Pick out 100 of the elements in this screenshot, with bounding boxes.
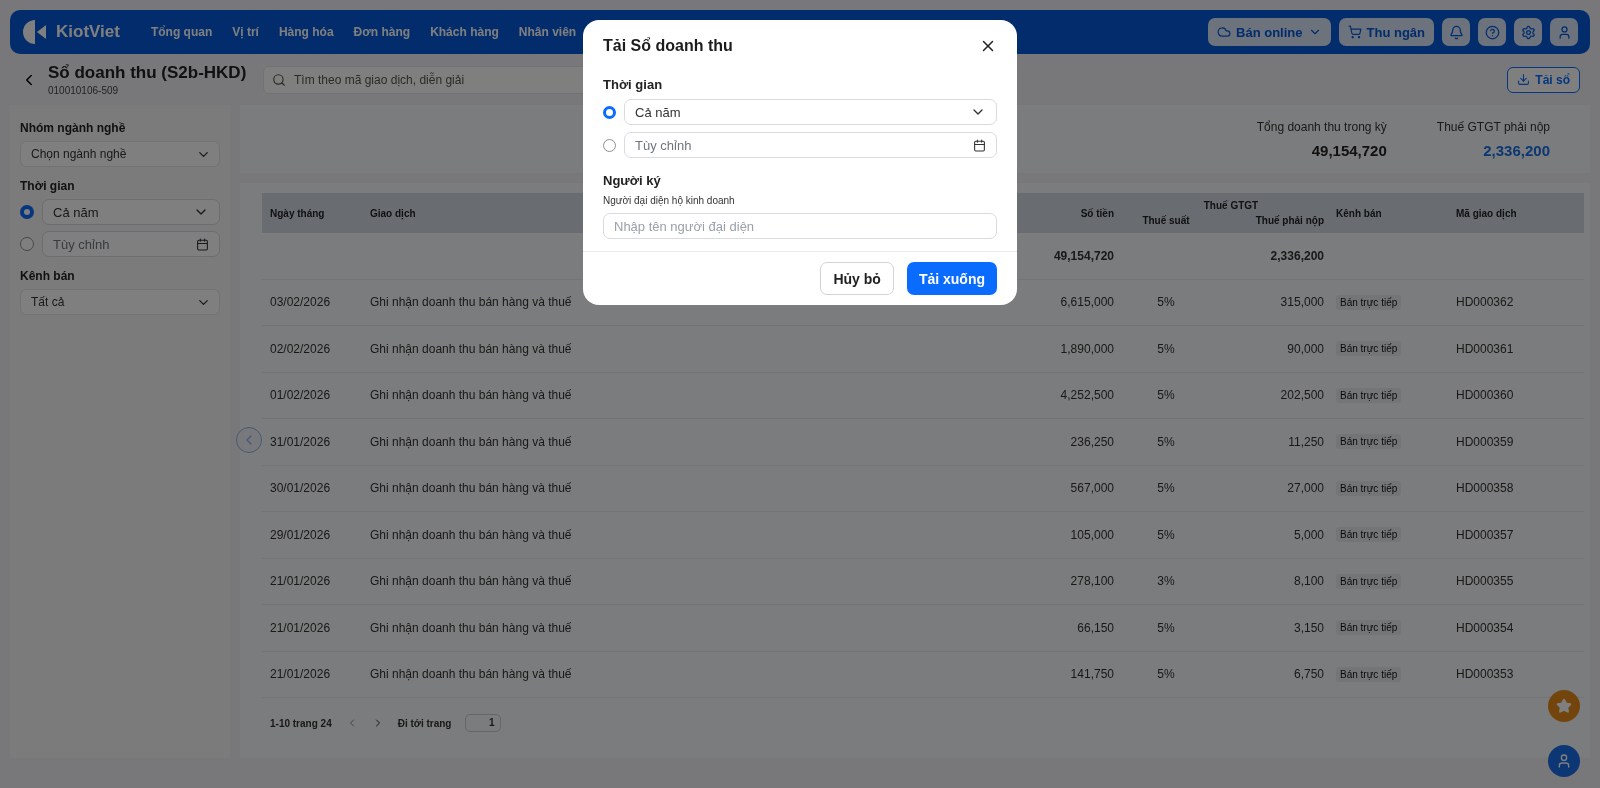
field-label: Người đại diện hộ kinh doanh (603, 195, 736, 206)
table-cell-text: 5,000 (1292, 527, 1325, 542)
table-cell-text: 27,000 (1286, 481, 1325, 496)
column-header: Thuế phải nộp (1254, 215, 1325, 226)
period-select[interactable]: Cả năm (42, 199, 220, 225)
table-cell-text: HD000362 (1456, 295, 1515, 310)
notification-button[interactable] (1442, 18, 1470, 46)
table-cell-text: 315,000 (1279, 295, 1325, 310)
table-cell-text: 6,750 (1292, 667, 1325, 682)
table-cell-text: Ghi nhận doanh thu bán hàng và thuế (370, 295, 573, 310)
table-cell-text: 5% (1156, 341, 1176, 356)
logo-icon (22, 19, 48, 45)
online-sales-button[interactable]: Bán online (1208, 18, 1331, 46)
table-cell-text: HD000355 (1456, 574, 1515, 589)
table-cell-text: 66,150 (1076, 620, 1115, 635)
radio-button[interactable] (20, 237, 34, 251)
column-header: Ngày tháng (270, 207, 326, 219)
table-cell-text: 5% (1156, 295, 1176, 310)
table-cell-text: 3,150 (1292, 620, 1325, 635)
table-cell-text: HD000361 (1456, 341, 1515, 356)
channel-tag: Bán trực tiếp (1336, 480, 1402, 496)
help-icon (1484, 24, 1500, 40)
column-header: Giao dịch (370, 207, 417, 219)
channel-tag: Bán trực tiếp (1336, 573, 1402, 589)
table-cell-text: 21/01/2026 (270, 620, 332, 635)
calendar-icon (973, 138, 986, 152)
table-cell-text: 90,000 (1286, 341, 1325, 356)
nav-link[interactable]: Nhân viên (511, 19, 584, 45)
table-cell-text: 4,252,500 (1059, 388, 1115, 403)
channel-tag: Bán trực tiếp (1336, 387, 1402, 403)
page-input[interactable]: 1 (465, 714, 502, 732)
user-icon (1556, 753, 1572, 769)
table-cell-text: 8,100 (1292, 574, 1325, 589)
column-header: Số tiền (1079, 207, 1115, 219)
channel-tag: Bán trực tiếp (1336, 294, 1402, 310)
table-cell-text: HD000360 (1456, 388, 1515, 403)
support-button[interactable] (1548, 745, 1580, 777)
channel-tag: Bán trực tiếp (1336, 527, 1402, 543)
table-cell-text: 1,890,000 (1059, 341, 1115, 356)
table-cell-text: 5% (1156, 620, 1176, 635)
download-confirm-button[interactable]: Tải xuống (906, 262, 997, 295)
radio-button[interactable] (20, 205, 34, 219)
table-cell-text: 30/01/2026 (270, 481, 332, 496)
industry-select[interactable]: Chọn ngành nghề (20, 141, 220, 167)
filter-label: Thời gian (20, 179, 76, 193)
table-cell-text: HD000354 (1456, 620, 1515, 635)
nav-link[interactable]: Tổng quan (143, 19, 220, 45)
table-cell-text: 02/02/2026 (270, 341, 332, 356)
table-cell-text: HD000353 (1456, 667, 1515, 682)
nav-link[interactable]: Hàng hóa (271, 19, 341, 45)
search-icon (272, 72, 286, 87)
channel-select[interactable]: Tất cả (20, 289, 220, 315)
table-cell-text: HD000358 (1456, 481, 1515, 496)
filter-label: Kênh bán (20, 269, 76, 283)
nav-link[interactable]: Vị trí (225, 19, 266, 45)
help-button[interactable] (1478, 18, 1506, 46)
table-cell-text: Ghi nhận doanh thu bán hàng và thuế (370, 667, 573, 682)
table-cell-text: 5% (1156, 667, 1176, 682)
date-field[interactable]: Tùy chỉnh (42, 231, 220, 257)
table-cell-text: 21/01/2026 (270, 667, 332, 682)
table-cell-text: 03/02/2026 (270, 295, 332, 310)
table-cell-text: 5% (1156, 388, 1176, 403)
settings-button[interactable] (1514, 18, 1542, 46)
table-cell-text: 29/01/2026 (270, 527, 332, 542)
page-range: 1-10 trang 24 (270, 717, 332, 729)
date-field[interactable]: Tùy chỉnh (624, 132, 997, 158)
dialog-title: Tải Sổ doanh thu (603, 37, 733, 55)
table-cell-text: 141,750 (1069, 667, 1115, 682)
table-cell-text: 5% (1156, 527, 1176, 542)
user-icon (1556, 24, 1572, 40)
table-cell-text: 278,100 (1069, 574, 1115, 589)
table-cell-text: 105,000 (1069, 527, 1115, 542)
channel-tag: Bán trực tiếp (1336, 434, 1402, 450)
table-cell-text: Ghi nhận doanh thu bán hàng và thuế (370, 341, 573, 356)
nav-link[interactable]: Đơn hàng (346, 19, 418, 45)
table-cell-text: 236,250 (1069, 434, 1115, 449)
column-header: Kênh bán (1336, 207, 1383, 219)
column-header: Mã giao dịch (1456, 207, 1518, 219)
star-icon (1556, 698, 1572, 714)
cashier-button[interactable]: Thu ngân (1338, 18, 1434, 46)
table-cell-text: 01/02/2026 (270, 388, 332, 403)
summary-label: Tổng doanh thu trong kỳ (1256, 119, 1387, 134)
radio-button[interactable] (603, 105, 616, 119)
period-select[interactable]: Cả năm (624, 99, 997, 125)
table-cell-text: 49,154,720 (1052, 248, 1115, 263)
goto-label: Đi tới trang (397, 717, 452, 729)
cancel-button[interactable]: Hủy bỏ (820, 262, 894, 295)
cart-icon (1347, 25, 1362, 39)
section-label: Thời gian (603, 77, 664, 92)
download-button[interactable]: Tải sổ (1507, 66, 1580, 93)
nav-link[interactable]: Khách hàng (423, 19, 506, 45)
table-cell-text: Ghi nhận doanh thu bán hàng và thuế (370, 388, 573, 403)
table-cell-text: 5% (1156, 434, 1176, 449)
table-cell-text: Ghi nhận doanh thu bán hàng và thuế (370, 620, 573, 635)
signer-input[interactable]: Nhập tên người đại diện (603, 213, 997, 239)
channel-tag: Bán trực tiếp (1336, 666, 1402, 682)
column-header: Thuế suất (1141, 215, 1191, 226)
account-button[interactable] (1550, 18, 1578, 46)
table-cell-text: 6,615,000 (1059, 295, 1115, 310)
radio-button[interactable] (603, 138, 616, 152)
